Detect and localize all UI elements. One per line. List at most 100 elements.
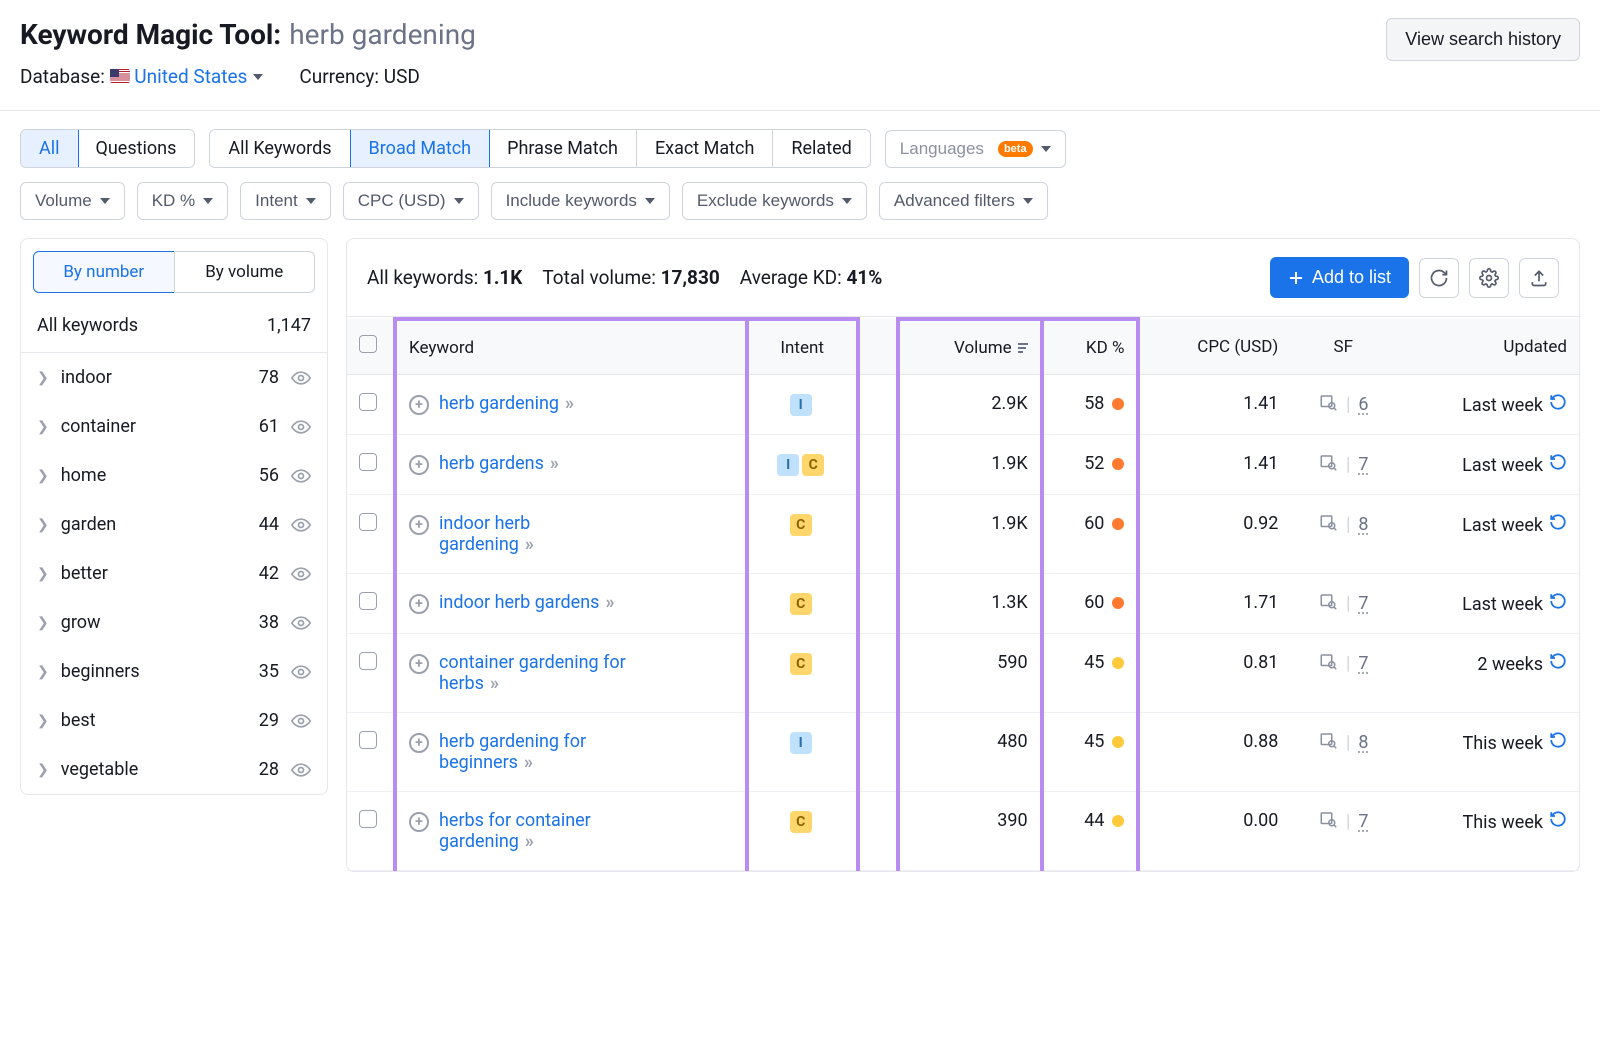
- expand-icon[interactable]: +: [409, 654, 429, 674]
- database-selector[interactable]: Database: United States: [20, 65, 263, 88]
- eye-icon[interactable]: [291, 760, 311, 780]
- keyword-link[interactable]: indoor herb gardens: [439, 592, 599, 613]
- sidebar-item-best[interactable]: ❯best29: [21, 696, 327, 745]
- double-chevron-icon[interactable]: »: [525, 534, 534, 555]
- row-checkbox[interactable]: [359, 810, 377, 828]
- tab-all[interactable]: All: [20, 129, 79, 168]
- col-kd[interactable]: KD %: [1042, 319, 1139, 375]
- double-chevron-icon[interactable]: »: [525, 831, 534, 852]
- tab-broad-match[interactable]: Broad Match: [350, 129, 491, 168]
- sf-value[interactable]: 6: [1358, 394, 1368, 415]
- sidebar-item-garden[interactable]: ❯garden44: [21, 500, 327, 549]
- row-checkbox[interactable]: [359, 592, 377, 610]
- tab-phrase-match[interactable]: Phrase Match: [489, 130, 637, 167]
- row-refresh-icon[interactable]: [1549, 594, 1567, 615]
- eye-icon[interactable]: [291, 515, 311, 535]
- filter-advanced-filters[interactable]: Advanced filters: [879, 182, 1048, 220]
- double-chevron-icon[interactable]: »: [524, 752, 533, 773]
- export-button[interactable]: [1519, 258, 1559, 298]
- row-checkbox[interactable]: [359, 731, 377, 749]
- sf-value[interactable]: 8: [1358, 732, 1368, 753]
- filter-kd-[interactable]: KD %: [137, 182, 228, 220]
- eye-icon[interactable]: [291, 613, 311, 633]
- double-chevron-icon[interactable]: »: [565, 393, 574, 414]
- double-chevron-icon[interactable]: »: [550, 453, 559, 474]
- languages-dropdown[interactable]: Languages beta: [885, 130, 1066, 168]
- keyword-link[interactable]: herbs for container gardening: [439, 810, 591, 852]
- row-refresh-icon[interactable]: [1549, 515, 1567, 536]
- row-checkbox[interactable]: [359, 513, 377, 531]
- eye-icon[interactable]: [291, 466, 311, 486]
- eye-icon[interactable]: [291, 711, 311, 731]
- expand-icon[interactable]: +: [409, 395, 429, 415]
- sidebar-item-home[interactable]: ❯home56: [21, 451, 327, 500]
- serp-icon[interactable]: [1318, 453, 1338, 476]
- sidebar-all-keywords[interactable]: All keywords 1,147: [21, 305, 327, 353]
- row-checkbox[interactable]: [359, 393, 377, 411]
- row-refresh-icon[interactable]: [1549, 733, 1567, 754]
- col-intent[interactable]: Intent: [747, 319, 858, 375]
- eye-icon[interactable]: [291, 564, 311, 584]
- settings-button[interactable]: [1469, 258, 1509, 298]
- sidebar-item-vegetable[interactable]: ❯vegetable28: [21, 745, 327, 794]
- serp-icon[interactable]: [1318, 393, 1338, 416]
- filter-volume[interactable]: Volume: [20, 182, 125, 220]
- row-checkbox[interactable]: [359, 652, 377, 670]
- sidebar-item-beginners[interactable]: ❯beginners35: [21, 647, 327, 696]
- tab-questions[interactable]: Questions: [78, 130, 195, 167]
- row-refresh-icon[interactable]: [1549, 395, 1567, 416]
- row-refresh-icon[interactable]: [1549, 812, 1567, 833]
- sidebar-item-better[interactable]: ❯better42: [21, 549, 327, 598]
- database-link[interactable]: United States: [134, 65, 263, 88]
- refresh-button[interactable]: [1419, 258, 1459, 298]
- sf-value[interactable]: 8: [1358, 514, 1368, 535]
- keyword-link[interactable]: herb gardens: [439, 453, 544, 474]
- keyword-link[interactable]: indoor herb gardening: [439, 513, 530, 555]
- serp-icon[interactable]: [1318, 731, 1338, 754]
- sf-value[interactable]: 7: [1358, 593, 1368, 614]
- filter-intent[interactable]: Intent: [240, 182, 331, 220]
- tab-exact-match[interactable]: Exact Match: [637, 130, 773, 167]
- sidebar-item-container[interactable]: ❯container61: [21, 402, 327, 451]
- serp-icon[interactable]: [1318, 652, 1338, 675]
- expand-icon[interactable]: +: [409, 455, 429, 475]
- double-chevron-icon[interactable]: »: [490, 673, 499, 694]
- sidebar-item-indoor[interactable]: ❯indoor78: [21, 353, 327, 402]
- col-sf[interactable]: SF: [1290, 319, 1396, 375]
- filter-exclude-keywords[interactable]: Exclude keywords: [682, 182, 867, 220]
- col-keyword[interactable]: Keyword: [395, 319, 747, 375]
- double-chevron-icon[interactable]: »: [605, 592, 614, 613]
- eye-icon[interactable]: [291, 417, 311, 437]
- select-all-checkbox[interactable]: [359, 335, 377, 353]
- add-to-list-button[interactable]: Add to list: [1270, 257, 1409, 298]
- col-updated[interactable]: Updated: [1396, 319, 1579, 375]
- serp-icon[interactable]: [1318, 592, 1338, 615]
- row-refresh-icon[interactable]: [1549, 654, 1567, 675]
- sf-value[interactable]: 7: [1358, 454, 1368, 475]
- expand-icon[interactable]: +: [409, 515, 429, 535]
- serp-icon[interactable]: [1318, 810, 1338, 833]
- tab-all-keywords[interactable]: All Keywords: [210, 130, 350, 167]
- sidebar-item-grow[interactable]: ❯grow38: [21, 598, 327, 647]
- keyword-link[interactable]: herb gardening for beginners: [439, 731, 586, 773]
- keyword-link[interactable]: herb gardening: [439, 393, 559, 414]
- filter-cpc-usd-[interactable]: CPC (USD): [343, 182, 479, 220]
- sort-by-number[interactable]: By number: [33, 251, 174, 293]
- keyword-link[interactable]: container gardening for herbs: [439, 652, 626, 694]
- sf-value[interactable]: 7: [1358, 811, 1368, 832]
- eye-icon[interactable]: [291, 368, 311, 388]
- expand-icon[interactable]: +: [409, 594, 429, 614]
- sf-value[interactable]: 7: [1358, 653, 1368, 674]
- tab-related[interactable]: Related: [773, 130, 869, 167]
- row-checkbox[interactable]: [359, 453, 377, 471]
- col-cpc[interactable]: CPC (USD): [1138, 319, 1290, 375]
- row-refresh-icon[interactable]: [1549, 455, 1567, 476]
- filter-include-keywords[interactable]: Include keywords: [491, 182, 670, 220]
- eye-icon[interactable]: [291, 662, 311, 682]
- col-volume[interactable]: Volume: [898, 319, 1042, 375]
- sort-by-volume[interactable]: By volume: [174, 251, 316, 293]
- expand-icon[interactable]: +: [409, 812, 429, 832]
- serp-icon[interactable]: [1318, 513, 1338, 536]
- view-search-history-button[interactable]: View search history: [1386, 18, 1580, 61]
- expand-icon[interactable]: +: [409, 733, 429, 753]
